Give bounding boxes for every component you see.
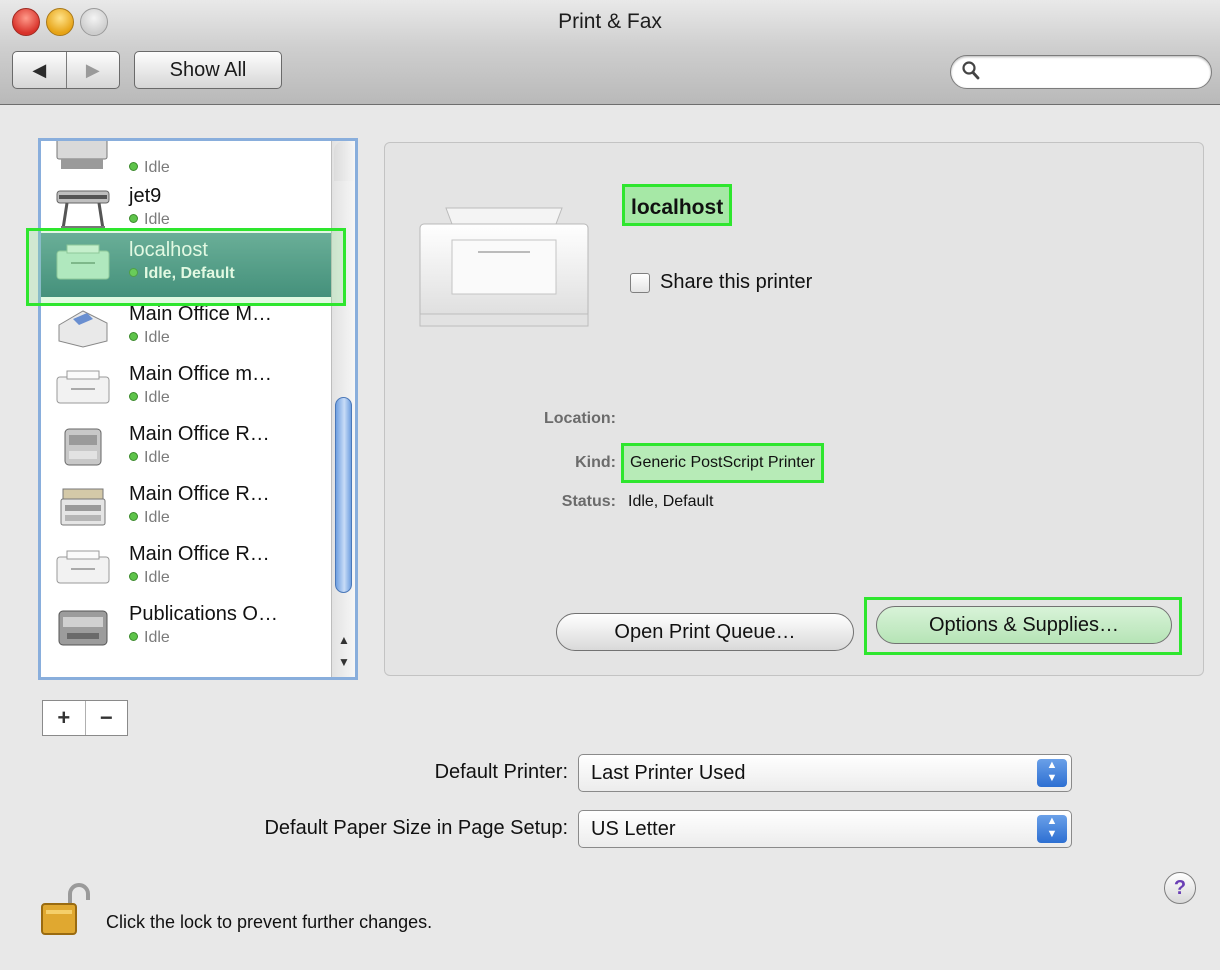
office-printer-icon <box>64 428 102 466</box>
back-arrow-icon: ◀ <box>32 59 47 80</box>
inkjet-printer-icon <box>58 310 108 348</box>
window-title: Print & Fax <box>558 10 662 33</box>
default-printer-label: Default Printer: <box>434 761 568 783</box>
search-input[interactable] <box>987 59 1201 87</box>
search-icon <box>962 61 980 80</box>
printer-name: jet9 <box>129 185 162 207</box>
forward-arrow-icon: ▶ <box>85 59 100 80</box>
default-printer-popup[interactable]: Last Printer Used ▲ ▼ <box>578 754 1072 792</box>
remove-printer-button[interactable]: − <box>86 701 128 735</box>
selected-printer-highlight <box>26 228 346 306</box>
status-dot-icon <box>129 392 138 401</box>
scroll-down-icon[interactable]: ▼ <box>332 651 355 673</box>
printer-list-item[interactable]: Main Office R… Idle <box>41 417 333 477</box>
back-forward-control: ◀ ▶ <box>12 51 120 89</box>
share-printer-label[interactable]: Share this printer <box>660 271 812 294</box>
printer-status: Idle <box>129 449 170 467</box>
status-dot-icon <box>129 572 138 581</box>
scrollbar-cap <box>334 141 354 181</box>
open-print-queue-button[interactable]: Open Print Queue… <box>556 613 854 651</box>
unlocked-padlock-icon[interactable] <box>40 882 92 938</box>
location-label: Location: <box>544 410 616 427</box>
status-value: Idle, Default <box>628 493 714 510</box>
printer-name-title: localhost <box>622 184 733 226</box>
printer-list-item[interactable]: Main Office R… Idle <box>41 477 333 537</box>
help-button[interactable]: ? <box>1164 872 1196 904</box>
forward-button[interactable]: ▶ <box>67 52 120 88</box>
printer-name: Main Office R… <box>129 543 270 565</box>
status-dot-icon <box>129 162 138 171</box>
printer-status: Idle <box>129 629 170 647</box>
paper-size-label: Default Paper Size in Page Setup: <box>264 817 568 839</box>
add-remove-control: + − <box>42 700 128 736</box>
scrollbar-thumb[interactable] <box>335 397 352 593</box>
printer-name: Main Office R… <box>129 423 270 445</box>
search-field[interactable] <box>950 55 1212 89</box>
wide-printer-icon <box>56 141 108 169</box>
add-printer-button[interactable]: + <box>43 701 86 735</box>
printer-name: Main Office R… <box>129 483 270 505</box>
printer-status: Idle <box>129 389 170 407</box>
printer-name: Publications O… <box>129 603 278 625</box>
printer-status: Idle <box>129 569 170 587</box>
status-dot-icon <box>129 632 138 641</box>
printer-name: Main Office m… <box>129 363 272 385</box>
show-all-button[interactable]: Show All <box>134 51 282 89</box>
plotter-icon <box>56 190 110 230</box>
printer-list-item[interactable]: Main Office m… Idle <box>41 357 333 417</box>
status-dot-icon <box>129 512 138 521</box>
printer-large-icon <box>419 207 589 327</box>
scroll-up-icon[interactable]: ▲ <box>332 629 355 651</box>
laser-printer-icon <box>56 370 110 404</box>
status-label: Status: <box>561 493 616 510</box>
printer-list-item[interactable]: Main Office M… Idle <box>41 297 333 357</box>
share-printer-checkbox[interactable] <box>630 273 650 293</box>
printer-status: Idle <box>129 159 170 177</box>
popup-arrows-icon: ▲ ▼ <box>1037 815 1067 843</box>
options-supplies-button[interactable]: Options & Supplies… <box>876 606 1172 644</box>
status-dot-icon <box>129 214 138 223</box>
printer-status: Idle <box>129 329 170 347</box>
printer-list[interactable]: Idle jet9 Idle localhost Idle, Default M… <box>38 138 358 680</box>
multifunction-printer-icon <box>60 488 106 526</box>
status-dot-icon <box>129 332 138 341</box>
back-button[interactable]: ◀ <box>13 52 67 88</box>
printer-name: Main Office M… <box>129 303 272 325</box>
printer-status: Idle <box>129 211 170 229</box>
printer-status: Idle <box>129 509 170 527</box>
kind-label: Kind: <box>575 454 616 471</box>
paper-size-popup[interactable]: US Letter ▲ ▼ <box>578 810 1072 848</box>
lock-message: Click the lock to prevent further change… <box>106 912 433 932</box>
laser-printer-icon <box>56 550 110 584</box>
printer-list-item[interactable]: Main Office R… Idle <box>41 537 333 597</box>
kind-value: Generic PostScript Printer <box>621 443 824 483</box>
paper-size-value: US Letter <box>591 818 676 840</box>
default-printer-value: Last Printer Used <box>591 762 746 784</box>
workgroup-printer-icon <box>58 610 108 646</box>
printer-list-scrollbar[interactable]: ▲ ▼ <box>331 141 355 677</box>
status-dot-icon <box>129 452 138 461</box>
popup-arrows-icon: ▲ ▼ <box>1037 759 1067 787</box>
printer-list-item[interactable]: Publications O… Idle <box>41 597 333 657</box>
